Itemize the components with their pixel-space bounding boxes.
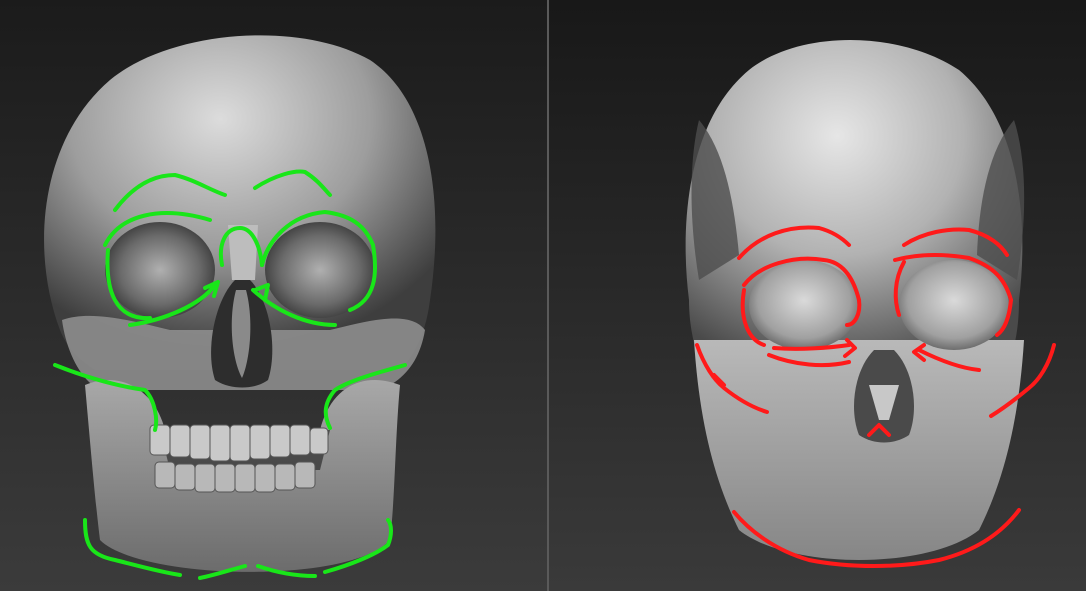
left-panel: [0, 0, 547, 591]
right-panel: [549, 0, 1086, 591]
blockout-skull-render: [549, 0, 1086, 591]
comparison-viewport: [0, 0, 1086, 591]
detailed-skull-render: [0, 0, 547, 591]
